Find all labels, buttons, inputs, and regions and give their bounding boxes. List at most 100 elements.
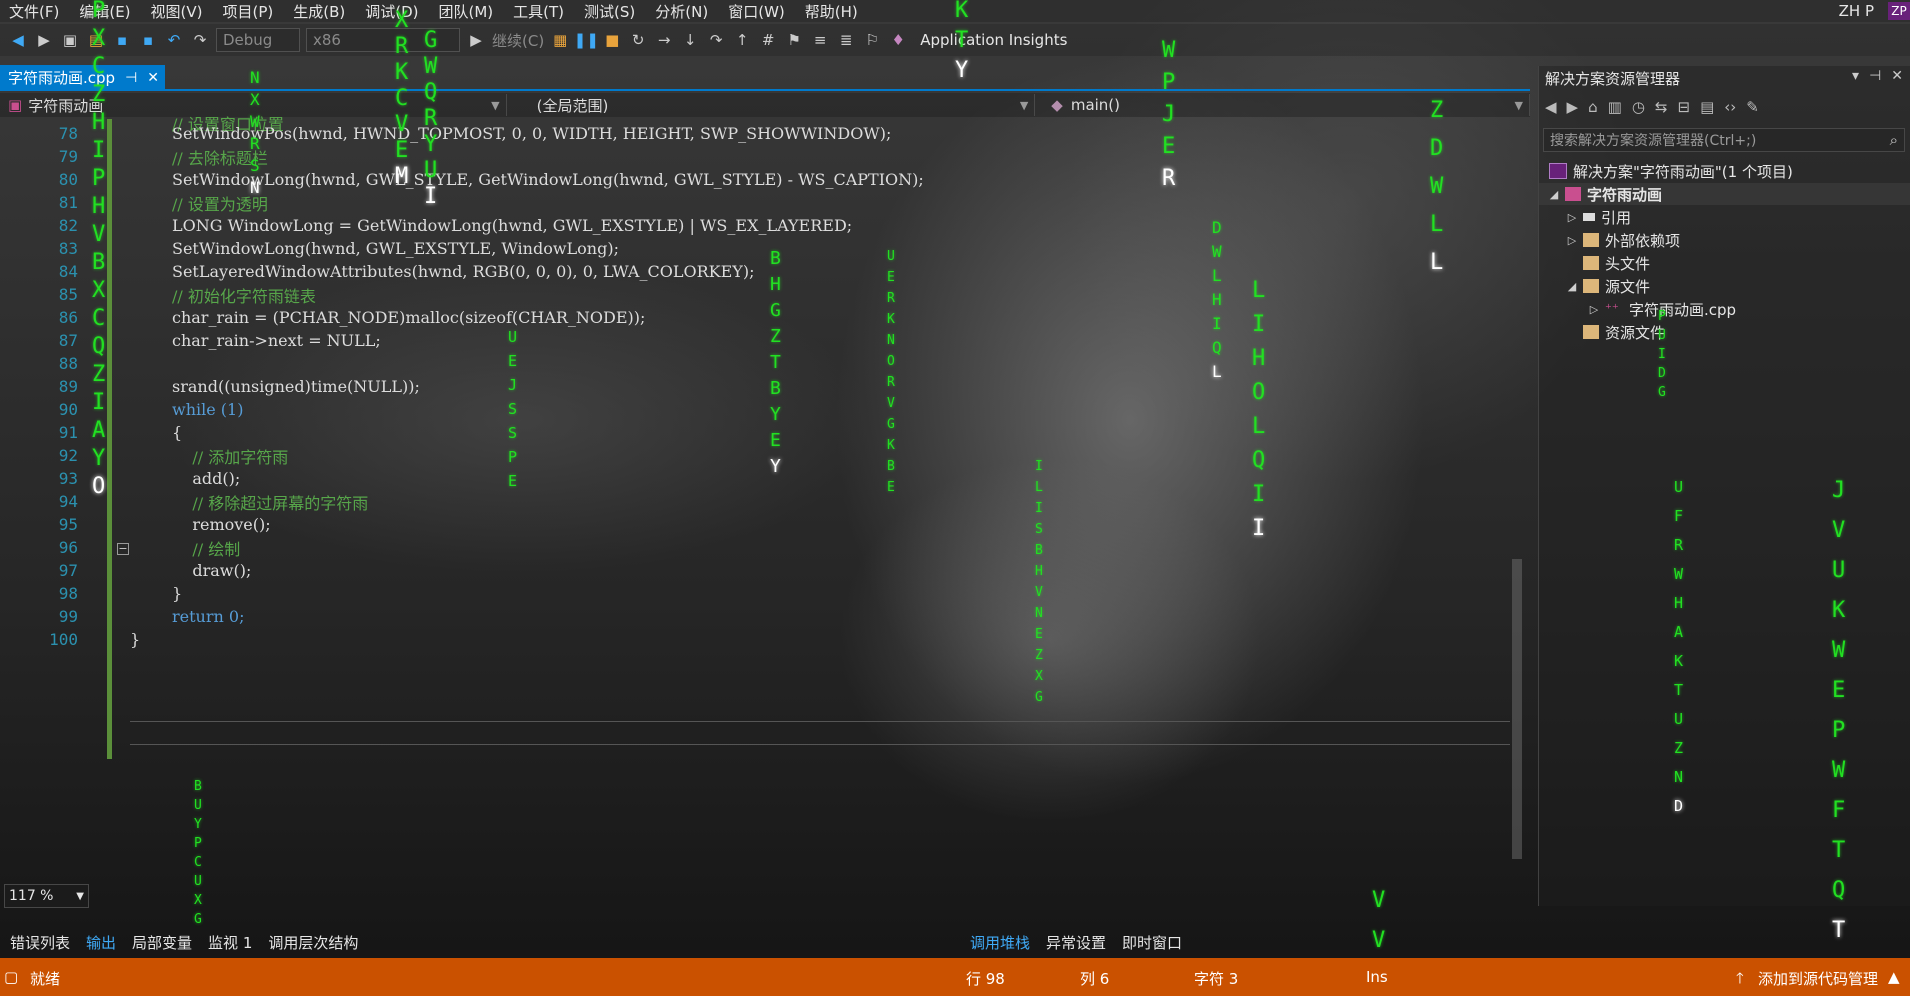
menu-analyze[interactable]: 分析(N) (646, 1, 719, 22)
tree-item-references[interactable]: ▷ 引用 (1539, 206, 1910, 228)
code-text[interactable]: return 0; (172, 607, 244, 626)
menu-team[interactable]: 团队(M) (430, 1, 505, 22)
tree-item-resource-files[interactable]: 资源文件 (1539, 321, 1910, 343)
user-name[interactable]: ZH P (1839, 2, 1874, 20)
show-all-files-icon[interactable]: ▤ (1700, 98, 1714, 116)
navigate-forward-icon[interactable]: ▶ (34, 30, 54, 50)
tree-item-cpp-file[interactable]: ▷ ⁺⁺ 字符雨动画.cpp (1539, 298, 1910, 320)
menu-view[interactable]: 视图(V) (142, 1, 214, 22)
menu-window[interactable]: 窗口(W) (719, 1, 796, 22)
code-text[interactable]: draw(); (172, 561, 251, 580)
add-to-source-control-button[interactable]: 添加到源代码管理 (1758, 968, 1878, 989)
forward-icon[interactable]: ▶ (1567, 98, 1579, 116)
close-icon[interactable]: ✕ (147, 70, 159, 86)
menu-tools[interactable]: 工具(T) (504, 1, 575, 22)
code-text[interactable]: // 绘制 (172, 536, 240, 560)
new-project-icon[interactable]: ▣ (60, 30, 80, 50)
code-text[interactable]: // 设置为透明 (172, 191, 268, 215)
code-text[interactable]: add(); (172, 469, 240, 488)
sync-icon[interactable]: ⇆ (1655, 98, 1668, 116)
code-text[interactable]: LONG WindowLong = GetWindowLong(hwnd, GW… (172, 216, 852, 235)
code-text[interactable]: remove(); (172, 515, 270, 534)
save-all-icon[interactable]: ▪ (138, 30, 158, 50)
scope-combo[interactable]: (全局范围) ▼ (507, 94, 1036, 116)
tree-item-external-deps[interactable]: ▷ 外部依赖项 (1539, 229, 1910, 251)
navigate-back-icon[interactable]: ◀ (8, 30, 28, 50)
menu-file[interactable]: 文件(F) (0, 1, 70, 22)
tab-error-list[interactable]: 错误列表 (0, 932, 76, 953)
tab-exception-settings[interactable]: 异常设置 (1036, 932, 1112, 953)
undo-icon[interactable]: ↶ (164, 30, 184, 50)
expanded-icon[interactable]: ◢ (1547, 188, 1561, 201)
dropdown-icon[interactable]: ▾ (1852, 68, 1859, 84)
solution-config-select[interactable]: Debug (216, 28, 300, 52)
close-icon[interactable]: ✕ (1891, 68, 1903, 84)
switch-views-icon[interactable]: ▥ (1608, 98, 1622, 116)
code-text[interactable]: // 移除超过屏幕的字符雨 (172, 490, 368, 514)
continue-button[interactable]: 继续(C) (492, 30, 544, 51)
save-icon[interactable]: ▪ (112, 30, 132, 50)
redo-icon[interactable]: ↷ (190, 30, 210, 50)
menu-help[interactable]: 帮助(H) (796, 1, 869, 22)
code-text[interactable]: SetWindowPos(hwnd, HWND_TOPMOST, 0, 0, W… (172, 124, 891, 143)
tree-item-header-files[interactable]: 头文件 (1539, 252, 1910, 274)
collapsed-icon[interactable]: ▷ (1565, 211, 1579, 224)
editor-vertical-scrollbar[interactable] (1510, 119, 1524, 879)
collapse-icon[interactable]: − (117, 543, 129, 555)
scrollbar-thumb[interactable] (1512, 559, 1522, 859)
home-icon[interactable]: ⌂ (1588, 98, 1598, 116)
code-text[interactable]: // 添加字符雨 (172, 444, 288, 468)
tree-item-source-files[interactable]: ◢ 源文件 (1539, 275, 1910, 297)
tree-item-project[interactable]: ◢ 字符雨动画 (1539, 183, 1910, 205)
collapsed-icon[interactable]: ▷ (1587, 303, 1601, 316)
member-combo[interactable]: ◆ main() ▼ (1035, 94, 1531, 116)
continue-icon[interactable]: ▶ (466, 30, 486, 50)
uncomment-icon[interactable]: ≣ (836, 30, 856, 50)
collapse-all-icon[interactable]: ⊟ (1677, 98, 1690, 116)
lightbulb-icon[interactable]: ♦ (888, 30, 908, 50)
expanded-icon[interactable]: ◢ (1565, 280, 1579, 293)
tab-output[interactable]: 输出 (76, 932, 122, 953)
search-icon[interactable]: ⌕ (1890, 131, 1898, 149)
process-icon[interactable]: ▦ (550, 30, 570, 50)
step-over-icon[interactable]: ↷ (706, 30, 726, 50)
menu-build[interactable]: 生成(B) (284, 1, 356, 22)
comment-icon[interactable]: ≡ (810, 30, 830, 50)
pin-icon[interactable]: ⊣ (125, 70, 137, 86)
collapsed-icon[interactable]: ▷ (1565, 234, 1579, 247)
code-text[interactable]: srand((unsigned)time(NULL)); (172, 377, 420, 396)
code-text[interactable]: // 初始化字符雨链表 (172, 283, 316, 307)
hex-display-icon[interactable]: # (758, 30, 778, 50)
stop-debugging-icon[interactable]: ■ (602, 30, 622, 50)
pending-changes-filter-icon[interactable]: ◷ (1632, 98, 1645, 116)
application-insights-button[interactable]: Application Insights (920, 31, 1067, 49)
step-out-icon[interactable]: ↑ (732, 30, 752, 50)
tab-immediate-window[interactable]: 即时窗口 (1112, 932, 1188, 953)
document-tab[interactable]: 字符雨动画.cpp ⊣ ✕ (0, 65, 165, 90)
code-text[interactable]: // 去除标题栏 (172, 145, 268, 169)
code-text[interactable]: char_rain = (PCHAR_NODE)malloc(sizeof(CH… (172, 308, 645, 327)
thread-icon[interactable]: ⚑ (784, 30, 804, 50)
code-text[interactable]: char_rain->next = NULL; (172, 331, 381, 350)
code-text[interactable]: SetWindowLong(hwnd, GWL_STYLE, GetWindow… (172, 170, 924, 189)
chevron-up-icon[interactable]: ▲ (1888, 968, 1900, 986)
code-editor[interactable]: // 设置窗口位置 78 SetWindowPos(hwnd, HWND_TOPM… (0, 115, 1510, 879)
pin-icon[interactable]: ⊣ (1869, 68, 1881, 84)
tab-call-stack[interactable]: 调用堆栈 (960, 932, 1036, 953)
solution-platform-select[interactable]: x86 (306, 28, 460, 52)
solution-search-input[interactable]: 搜索解决方案资源管理器(Ctrl+;) ⌕ (1543, 128, 1905, 152)
code-text[interactable]: while (1) (172, 400, 243, 419)
menu-project[interactable]: 项目(P) (214, 1, 285, 22)
restart-icon[interactable]: ↻ (628, 30, 648, 50)
back-icon[interactable]: ◀ (1545, 98, 1557, 116)
tree-item-solution[interactable]: 解决方案"字符雨动画"(1 个项目) (1539, 160, 1910, 182)
step-into-icon[interactable]: ↓ (680, 30, 700, 50)
menu-debug[interactable]: 调试(D) (356, 1, 429, 22)
code-text[interactable]: { (172, 423, 182, 442)
tab-watch-1[interactable]: 监视 1 (198, 932, 258, 953)
properties-icon[interactable]: ✎ (1746, 98, 1759, 116)
menu-test[interactable]: 测试(S) (575, 1, 646, 22)
code-text[interactable]: } (130, 630, 140, 649)
code-text[interactable]: } (172, 584, 182, 603)
open-file-icon[interactable]: ▤ (86, 30, 106, 50)
